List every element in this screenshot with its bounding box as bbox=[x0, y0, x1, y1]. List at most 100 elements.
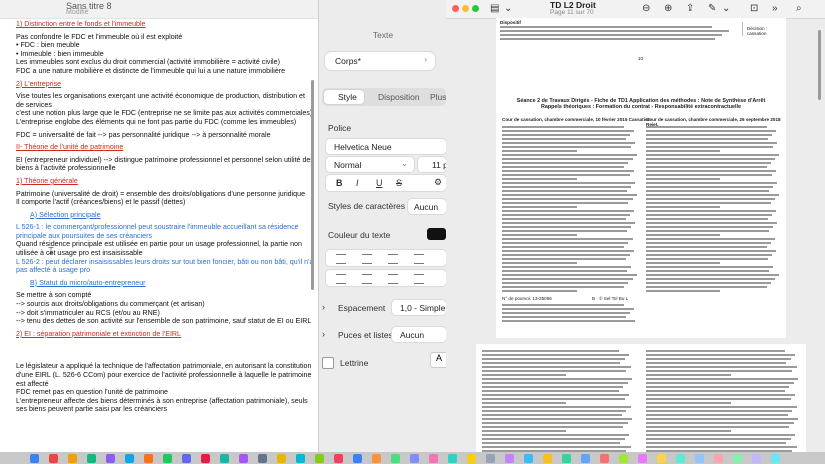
dock-app-icon[interactable] bbox=[543, 454, 552, 463]
pdf-text-line bbox=[646, 446, 797, 448]
dock-app-icon[interactable] bbox=[733, 454, 742, 463]
chevron-right-icon[interactable]: › bbox=[322, 302, 325, 312]
dock-app-icon[interactable] bbox=[277, 454, 286, 463]
dock-app-icon[interactable] bbox=[144, 454, 153, 463]
font-family-select[interactable]: Helvetica Neue bbox=[326, 139, 446, 154]
dock-app-icon[interactable] bbox=[600, 454, 609, 463]
pdf-text-line bbox=[502, 290, 577, 292]
close-button[interactable] bbox=[452, 5, 459, 12]
lettrine-checkbox[interactable] bbox=[322, 357, 334, 369]
paragraph-style-select[interactable]: Corps* › bbox=[325, 52, 435, 70]
dock-app-icon[interactable] bbox=[638, 454, 647, 463]
share-icon[interactable]: ⇪ bbox=[686, 3, 694, 14]
pdf-footer-left: N° de pourvoi: 13-25066 bbox=[502, 296, 552, 301]
indent-icon[interactable] bbox=[414, 274, 424, 284]
pdf-text-line bbox=[646, 382, 794, 384]
annotate-icon[interactable]: ⊡ bbox=[750, 3, 758, 14]
dock-app-icon[interactable] bbox=[448, 454, 457, 463]
expand-icon[interactable]: » bbox=[772, 3, 778, 14]
dock-app-icon[interactable] bbox=[752, 454, 761, 463]
sidebar-toggle-icon[interactable]: ▤ bbox=[490, 3, 499, 14]
bold-button[interactable]: B bbox=[336, 178, 343, 188]
dock-app-icon[interactable] bbox=[68, 454, 77, 463]
dock-app-icon[interactable] bbox=[676, 454, 685, 463]
dock-app-icon[interactable] bbox=[429, 454, 438, 463]
dock-app-icon[interactable] bbox=[657, 454, 666, 463]
font-size-field[interactable]: 11 pt bbox=[418, 157, 450, 172]
align-right-icon[interactable] bbox=[388, 254, 398, 264]
character-styles-label: Styles de caractères bbox=[328, 201, 406, 211]
dock-app-icon[interactable] bbox=[182, 454, 191, 463]
document-body[interactable]: 1) Distinction entre le fonds et l'immeu… bbox=[16, 20, 314, 414]
columns-icon[interactable] bbox=[336, 274, 346, 284]
dock-app-icon[interactable] bbox=[30, 454, 39, 463]
pdf-scrollbar[interactable] bbox=[818, 30, 821, 100]
underline-button[interactable]: U bbox=[376, 178, 383, 188]
pdf-text-line bbox=[482, 402, 566, 404]
dock-app-icon[interactable] bbox=[125, 454, 134, 463]
chevron-down-icon[interactable]: ⌄ bbox=[722, 3, 730, 14]
dock-app-icon[interactable] bbox=[163, 454, 172, 463]
pdf-text-line bbox=[482, 354, 630, 356]
dock-app-icon[interactable] bbox=[87, 454, 96, 463]
dock-app-icon[interactable] bbox=[695, 454, 704, 463]
align-justify-icon[interactable] bbox=[414, 254, 424, 264]
spacing-select[interactable]: 1,0 - Simple bbox=[392, 300, 446, 315]
bullets-select[interactable]: Aucun bbox=[392, 327, 446, 342]
strikethrough-button[interactable]: S bbox=[396, 178, 402, 188]
dock-app-icon[interactable] bbox=[296, 454, 305, 463]
markup-pen-icon[interactable]: ✎ bbox=[708, 3, 716, 14]
pdf-text-line bbox=[482, 446, 631, 448]
sidebar-tabs: Style Disposition Plus bbox=[322, 88, 447, 106]
dock-app-icon[interactable] bbox=[258, 454, 267, 463]
dock-app-icon[interactable] bbox=[581, 454, 590, 463]
dock-app-icon[interactable] bbox=[372, 454, 381, 463]
dock-app-icon[interactable] bbox=[391, 454, 400, 463]
dock-app-icon[interactable] bbox=[49, 454, 58, 463]
align-center-icon[interactable] bbox=[362, 254, 372, 264]
zoom-in-icon[interactable]: ⊕ bbox=[664, 3, 672, 14]
dock-app-icon[interactable] bbox=[315, 454, 324, 463]
dock-app-icon[interactable] bbox=[334, 454, 343, 463]
italic-button[interactable]: I bbox=[356, 178, 359, 188]
dock-app-icon[interactable] bbox=[486, 454, 495, 463]
outdent-icon[interactable] bbox=[388, 274, 398, 284]
dock-app-icon[interactable] bbox=[106, 454, 115, 463]
doc-line: B) Statut du micro/auto-entrepreneur bbox=[30, 278, 146, 287]
pdf-text-line bbox=[482, 366, 631, 368]
dock-app-icon[interactable] bbox=[505, 454, 514, 463]
tab-disposition[interactable]: Disposition bbox=[378, 92, 420, 102]
pdf-text-line bbox=[646, 238, 775, 240]
dock-app-icon[interactable] bbox=[771, 454, 780, 463]
dock-app-icon[interactable] bbox=[201, 454, 210, 463]
tab-plus[interactable]: Plus bbox=[430, 92, 447, 102]
dock-app-icon[interactable] bbox=[239, 454, 248, 463]
scrollbar[interactable] bbox=[311, 80, 314, 290]
dock-app-icon[interactable] bbox=[619, 454, 628, 463]
font-weight-select[interactable]: Normal ⌄ bbox=[326, 157, 414, 172]
text-options-icon[interactable]: ⚙ bbox=[434, 177, 442, 188]
dock-app-icon[interactable] bbox=[714, 454, 723, 463]
search-icon[interactable]: ⌕ bbox=[796, 3, 802, 14]
chevron-right-icon[interactable]: › bbox=[322, 329, 325, 339]
pdf-text-line bbox=[646, 282, 771, 284]
dock-app-icon[interactable] bbox=[524, 454, 533, 463]
dock-app-icon[interactable] bbox=[467, 454, 476, 463]
tab-style[interactable]: Style bbox=[338, 92, 357, 102]
minimize-button[interactable] bbox=[462, 5, 469, 12]
dock-app-icon[interactable] bbox=[220, 454, 229, 463]
doc-line: II- Théorie de l'unité de patrimoine bbox=[16, 143, 124, 152]
pdf-text-line bbox=[502, 254, 630, 256]
list-icon[interactable] bbox=[362, 274, 372, 284]
text-color-swatch[interactable] bbox=[427, 228, 446, 240]
character-styles-select[interactable]: Aucun bbox=[408, 199, 446, 214]
zoom-button[interactable] bbox=[472, 5, 479, 12]
pdf-text-line bbox=[502, 162, 629, 164]
dock-app-icon[interactable] bbox=[562, 454, 571, 463]
chevron-down-icon[interactable]: ⌄ bbox=[504, 3, 512, 14]
zoom-out-icon[interactable]: ⊖ bbox=[642, 3, 650, 14]
dock-app-icon[interactable] bbox=[410, 454, 419, 463]
dock-app-icon[interactable] bbox=[353, 454, 362, 463]
doc-line: EI (entrepreneur individuel) --> disting… bbox=[16, 155, 314, 173]
align-left-icon[interactable] bbox=[336, 254, 346, 264]
